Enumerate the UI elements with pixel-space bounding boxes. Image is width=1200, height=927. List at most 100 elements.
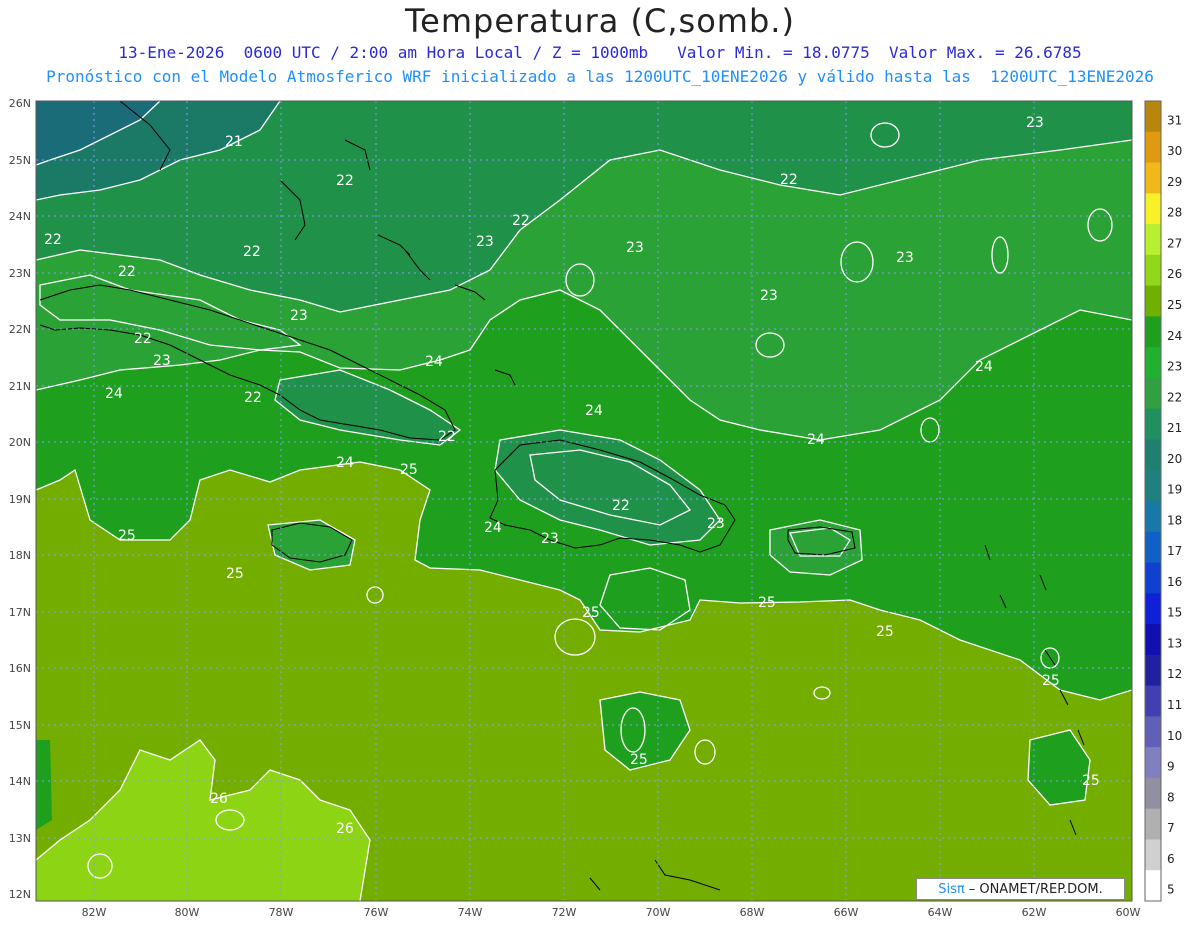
lat-label: 13N [9,832,31,845]
contour-label: 24 [425,354,443,370]
colorbar-swatch [1145,593,1161,625]
contour-label: 24 [336,455,354,471]
contour-label: 24 [585,403,603,419]
colorbar-swatch [1145,377,1161,410]
colorbar-label: 15 [1167,606,1182,620]
contour-label: 25 [630,752,648,768]
contour-label: 23 [153,353,171,369]
colorbar-swatch [1145,162,1161,194]
contour-label: 25 [1042,673,1060,689]
contour-label: 25 [400,462,418,478]
contour-label: 24 [975,359,993,375]
lat-label: 14N [9,775,31,788]
colorbar-swatch [1145,254,1161,287]
colorbar-label: 8 [1167,790,1175,804]
contour-label: 24 [484,520,502,536]
colorbar-swatch [1145,685,1161,717]
colorbar-label: 20 [1167,452,1182,466]
contour-label: 26 [210,791,228,807]
contour-label: 22 [118,264,136,280]
lat-label: 12N [9,888,31,901]
colorbar-swatch [1145,808,1161,840]
contour-label: 22 [134,331,152,347]
colorbar-swatch [1145,531,1161,564]
lon-label: 62W [1022,906,1047,919]
colorbar-label: 28 [1167,206,1182,220]
contour-label: 24 [105,386,123,402]
lat-label: 15N [9,719,31,732]
contour-label: 25 [118,528,136,544]
colorbar-label: 24 [1167,329,1182,343]
contour-label: 22 [244,390,262,406]
colorbar-label: 17 [1167,544,1182,558]
lon-label: 72W [552,906,577,919]
colorbar-swatch [1145,408,1161,440]
colorbar-label: 19 [1167,483,1182,497]
lat-label: 17N [9,606,31,619]
colorbar-label: 31 [1167,113,1182,127]
colorbar-swatch [1145,870,1161,902]
lon-label: 74W [458,906,483,919]
contour-label: 23 [896,250,914,266]
colorbar-swatch [1145,439,1161,471]
contour-label: 24 [807,432,825,448]
colorbar-label: 12 [1167,667,1182,681]
colorbar: 31 30 29 28 27 26 25 24 23 22 21 20 19 18 17 16 15 13 12 11… [1144,100,1182,902]
lat-label: 22N [9,323,31,336]
lon-label: 66W [834,906,859,919]
lat-label: 26N [9,97,31,110]
colorbar-label: 10 [1167,729,1182,743]
colorbar-label: 5 [1167,883,1175,897]
lon-label: 82W [82,906,107,919]
contour-label: 22 [243,244,261,260]
colorbar-swatch [1145,193,1161,225]
lat-label: 23N [9,267,31,280]
contour-label: 22 [612,498,630,514]
colorbar-swatch [1145,347,1161,379]
contour-label: 23 [760,288,778,304]
contour-label: 25 [758,595,776,611]
colorbar-swatch [1145,285,1161,317]
contour-label: 23 [290,308,308,324]
colorbar-label: 25 [1167,298,1182,312]
contour-label: 21 [225,134,243,150]
colorbar-swatch [1145,316,1161,348]
lat-label: 19N [9,493,31,506]
contour-label: 23 [626,240,644,256]
lon-label: 68W [740,906,765,919]
colorbar-swatch [1145,101,1161,133]
colorbar-label: 7 [1167,821,1175,835]
colorbar-swatch [1145,777,1161,810]
contour-label: 25 [1082,773,1100,789]
contour-label: 22 [438,429,456,445]
lon-label: 80W [175,906,200,919]
credit-text: – ONAMET/REP.DOM. [968,881,1103,897]
longitude-axis: 82W 80W 78W 76W 74W 72W 70W 68W 66W 64W … [82,906,1141,919]
colorbar-swatch [1145,624,1161,656]
lon-label: 60W [1116,906,1141,919]
contour-label: 25 [582,605,600,621]
colorbar-label: 9 [1167,760,1175,774]
colorbar-label: 29 [1167,175,1182,189]
contour-label: 23 [476,234,494,250]
latitude-axis: 26N 25N 24N 23N 22N 21N 20N 19N 18N 17N … [9,97,31,901]
lat-label: 20N [9,436,31,449]
contour-label: 22 [780,172,798,188]
credit-box: Sisπ – ONAMET/REP.DOM. [916,878,1125,900]
contour-label: 25 [876,624,894,640]
temperature-map: 21 22 22 22 22 22 22 22 23 23 23 23 23 2… [9,97,1183,919]
lat-label: 18N [9,549,31,562]
colorbar-swatch [1145,747,1161,779]
colorbar-label: 18 [1167,513,1182,527]
colorbar-label: 16 [1167,575,1182,589]
colorbar-label: 6 [1167,852,1175,866]
colorbar-label: 23 [1167,360,1182,374]
colorbar-swatch [1145,716,1161,748]
colorbar-swatch [1145,654,1161,687]
colorbar-swatch [1145,224,1161,256]
colorbar-label: 30 [1167,144,1182,158]
sispi-logo: Sisπ [938,881,965,897]
colorbar-swatch [1145,562,1161,594]
contour-label: 22 [44,232,62,248]
colorbar-label: 11 [1167,698,1182,712]
